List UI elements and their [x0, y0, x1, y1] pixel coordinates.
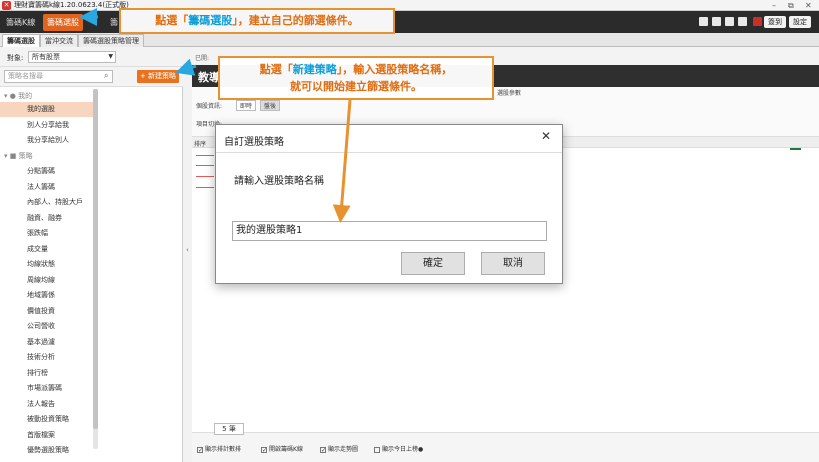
arrow-to-input — [332, 99, 352, 223]
annotation-arrows — [79, 8, 352, 223]
arrow-to-new-strategy — [175, 58, 197, 76]
